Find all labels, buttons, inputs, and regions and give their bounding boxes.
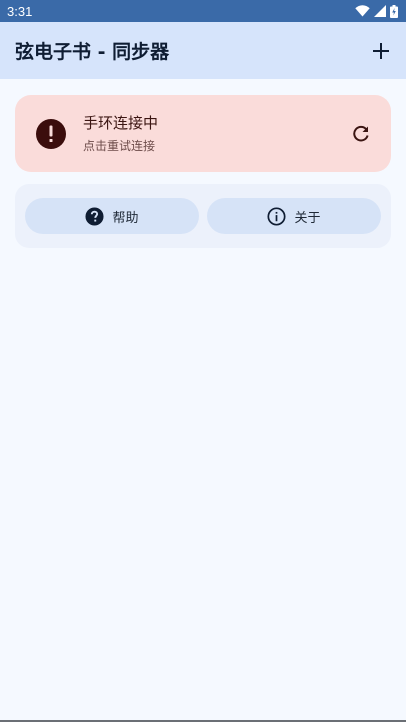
error-icon (36, 118, 66, 149)
add-icon (373, 42, 389, 59)
wifi-icon (355, 5, 370, 17)
alert-texts: 手环连接中 点击重试连接 (83, 113, 349, 155)
about-label: 关于 (294, 210, 321, 226)
app-bar: 弦电子书 - 同步器 (0, 22, 406, 79)
add-button[interactable] (368, 38, 394, 64)
refresh-icon (353, 125, 369, 141)
about-button[interactable]: 关于 (207, 198, 381, 234)
alert-subtitle: 点击重试连接 (83, 138, 156, 153)
status-icons (355, 4, 398, 18)
alert-title: 手环连接中 (83, 113, 159, 132)
actions-card: 帮助 关于 (15, 184, 391, 248)
info-icon (267, 206, 287, 226)
connection-alert-card[interactable]: 手环连接中 点击重试连接 (15, 95, 391, 172)
cellular-icon (374, 5, 386, 17)
status-time: 3:31 (7, 3, 33, 19)
help-label: 帮助 (112, 210, 139, 226)
help-icon (85, 206, 105, 226)
help-button[interactable]: 帮助 (25, 198, 199, 234)
refresh-button[interactable] (349, 122, 373, 146)
app-title: 弦电子书 - 同步器 (15, 41, 170, 63)
battery-charging-icon (390, 4, 398, 18)
status-bar: 3:31 (0, 0, 406, 22)
